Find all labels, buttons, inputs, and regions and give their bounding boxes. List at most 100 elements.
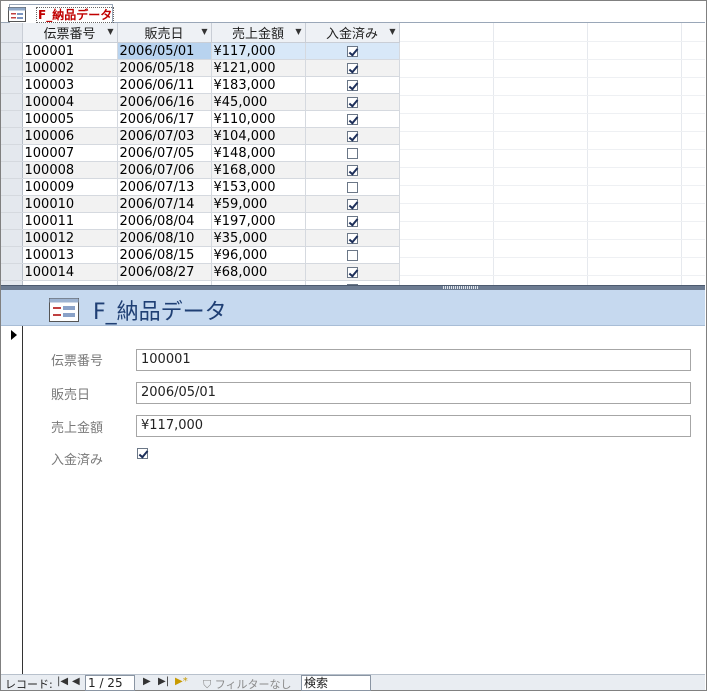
paid-cell[interactable] — [305, 195, 400, 213]
slip-number-cell[interactable]: 100001 — [22, 42, 118, 60]
sale-date-cell[interactable]: 2006/07/13 — [117, 178, 212, 196]
table-row[interactable]: 100010 2006/07/14 ¥59,000 — [1, 195, 400, 213]
table-row[interactable]: 100008 2006/07/06 ¥168,000 — [1, 161, 400, 179]
row-selector[interactable] — [1, 263, 23, 281]
row-selector[interactable] — [1, 195, 23, 213]
row-selector[interactable] — [1, 144, 23, 162]
paid-cell[interactable] — [305, 229, 400, 247]
sale-date-cell[interactable]: 2006/07/14 — [117, 195, 212, 213]
slip-number-cell[interactable]: 100008 — [22, 161, 118, 179]
slip-number-cell[interactable]: 100006 — [22, 127, 118, 145]
slip-number-cell[interactable]: 100009 — [22, 178, 118, 196]
current-record-input[interactable]: 1 / 25 — [85, 675, 135, 691]
paid-checkbox[interactable] — [137, 448, 148, 459]
table-row[interactable]: 100007 2006/07/05 ¥148,000 — [1, 144, 400, 162]
slip-number-cell[interactable]: 100007 — [22, 144, 118, 162]
paid-cell[interactable] — [305, 161, 400, 179]
sales-amount-cell[interactable]: ¥117,000 — [211, 42, 306, 60]
paid-checkbox[interactable] — [346, 45, 358, 57]
column-header-paid[interactable]: 入金済み ▼ — [305, 23, 400, 43]
table-row[interactable]: 100009 2006/07/13 ¥153,000 — [1, 178, 400, 196]
sales-amount-field[interactable]: ¥117,000 — [136, 415, 691, 437]
sale-date-cell[interactable]: 2006/08/04 — [117, 212, 212, 230]
paid-checkbox[interactable] — [346, 215, 358, 227]
paid-cell[interactable] — [305, 59, 400, 77]
table-row[interactable]: 100004 2006/06/16 ¥45,000 — [1, 93, 400, 111]
sales-amount-cell[interactable]: ¥183,000 — [211, 76, 306, 94]
sale-date-cell[interactable]: 2006/07/05 — [117, 144, 212, 162]
sales-amount-cell[interactable]: ¥148,000 — [211, 144, 306, 162]
table-row[interactable]: 100013 2006/08/15 ¥96,000 — [1, 246, 400, 264]
table-row[interactable]: 100006 2006/07/03 ¥104,000 — [1, 127, 400, 145]
datasheet-view[interactable]: 伝票番号 ▼ 販売日 ▼ 売上金額 ▼ 入金済み ▼ 100001 2006/05/01 ¥… — [1, 23, 705, 285]
row-selector[interactable] — [1, 93, 23, 111]
sale-date-cell[interactable]: 2006/05/01 — [117, 42, 212, 60]
sale-date-cell[interactable]: 2006/05/18 — [117, 59, 212, 77]
sale-date-cell[interactable]: 2006/08/15 — [117, 246, 212, 264]
paid-checkbox[interactable] — [346, 113, 358, 125]
row-selector[interactable] — [1, 212, 23, 230]
sales-amount-cell[interactable]: ¥197,000 — [211, 212, 306, 230]
table-row[interactable]: 100011 2006/08/04 ¥197,000 — [1, 212, 400, 230]
search-input[interactable]: 検索 — [301, 675, 371, 691]
first-record-icon[interactable]: |◀ — [57, 676, 68, 687]
paid-checkbox[interactable] — [346, 232, 358, 244]
row-selector[interactable] — [1, 42, 23, 60]
dropdown-arrow-icon[interactable]: ▼ — [295, 27, 301, 36]
sales-amount-cell[interactable]: ¥153,000 — [211, 178, 306, 196]
sales-amount-cell[interactable]: ¥96,000 — [211, 246, 306, 264]
paid-checkbox[interactable] — [346, 181, 358, 193]
row-selector[interactable] — [1, 59, 23, 77]
sale-date-cell[interactable]: 2006/06/16 — [117, 93, 212, 111]
sales-amount-cell[interactable]: ¥110,000 — [211, 110, 306, 128]
slip-number-cell[interactable]: 100003 — [22, 76, 118, 94]
dropdown-arrow-icon[interactable]: ▼ — [201, 27, 207, 36]
row-selector[interactable] — [1, 110, 23, 128]
splitter-grip[interactable] — [443, 286, 479, 289]
sales-amount-cell[interactable]: ¥104,000 — [211, 127, 306, 145]
slip-number-field[interactable]: 100001 — [136, 349, 691, 371]
slip-number-cell[interactable]: 100004 — [22, 93, 118, 111]
slip-number-cell[interactable]: 100014 — [22, 263, 118, 281]
sale-date-field[interactable]: 2006/05/01 — [136, 382, 691, 404]
sales-amount-cell[interactable]: ¥35,000 — [211, 229, 306, 247]
slip-number-cell[interactable]: 100012 — [22, 229, 118, 247]
row-selector[interactable] — [1, 127, 23, 145]
paid-checkbox[interactable] — [346, 249, 358, 261]
slip-number-cell[interactable]: 100011 — [22, 212, 118, 230]
paid-checkbox[interactable] — [346, 62, 358, 74]
sale-date-cell[interactable]: 2006/06/11 — [117, 76, 212, 94]
paid-cell[interactable] — [305, 178, 400, 196]
paid-checkbox[interactable] — [346, 164, 358, 176]
paid-cell[interactable] — [305, 110, 400, 128]
paid-checkbox[interactable] — [346, 130, 358, 142]
tab-f-delivery-data[interactable]: F_納品データ — [8, 4, 115, 24]
sale-date-cell[interactable]: 2006/08/27 — [117, 263, 212, 281]
paid-cell[interactable] — [305, 144, 400, 162]
dropdown-arrow-icon[interactable]: ▼ — [389, 27, 395, 36]
table-row[interactable]: 100002 2006/05/18 ¥121,000 — [1, 59, 400, 77]
paid-checkbox[interactable] — [346, 147, 358, 159]
table-row[interactable]: 100005 2006/06/17 ¥110,000 — [1, 110, 400, 128]
paid-cell[interactable] — [305, 42, 400, 60]
row-selector[interactable] — [1, 178, 23, 196]
sales-amount-cell[interactable]: ¥168,000 — [211, 161, 306, 179]
table-row[interactable]: 100014 2006/08/27 ¥68,000 — [1, 263, 400, 281]
paid-cell[interactable] — [305, 246, 400, 264]
new-record-icon[interactable]: ▶* — [175, 676, 188, 687]
sales-amount-cell[interactable]: ¥68,000 — [211, 263, 306, 281]
paid-cell[interactable] — [305, 212, 400, 230]
slip-number-cell[interactable]: 100010 — [22, 195, 118, 213]
paid-cell[interactable] — [305, 263, 400, 281]
row-selector[interactable] — [1, 246, 23, 264]
paid-checkbox[interactable] — [346, 198, 358, 210]
sales-amount-cell[interactable]: ¥121,000 — [211, 59, 306, 77]
sale-date-cell[interactable]: 2006/08/10 — [117, 229, 212, 247]
paid-checkbox[interactable] — [346, 266, 358, 278]
sale-date-cell[interactable]: 2006/07/06 — [117, 161, 212, 179]
column-header-slip-number[interactable]: 伝票番号 ▼ — [22, 23, 118, 43]
slip-number-cell[interactable]: 100005 — [22, 110, 118, 128]
sales-amount-cell[interactable]: ¥45,000 — [211, 93, 306, 111]
table-row[interactable]: 100003 2006/06/11 ¥183,000 — [1, 76, 400, 94]
sale-date-cell[interactable]: 2006/07/03 — [117, 127, 212, 145]
